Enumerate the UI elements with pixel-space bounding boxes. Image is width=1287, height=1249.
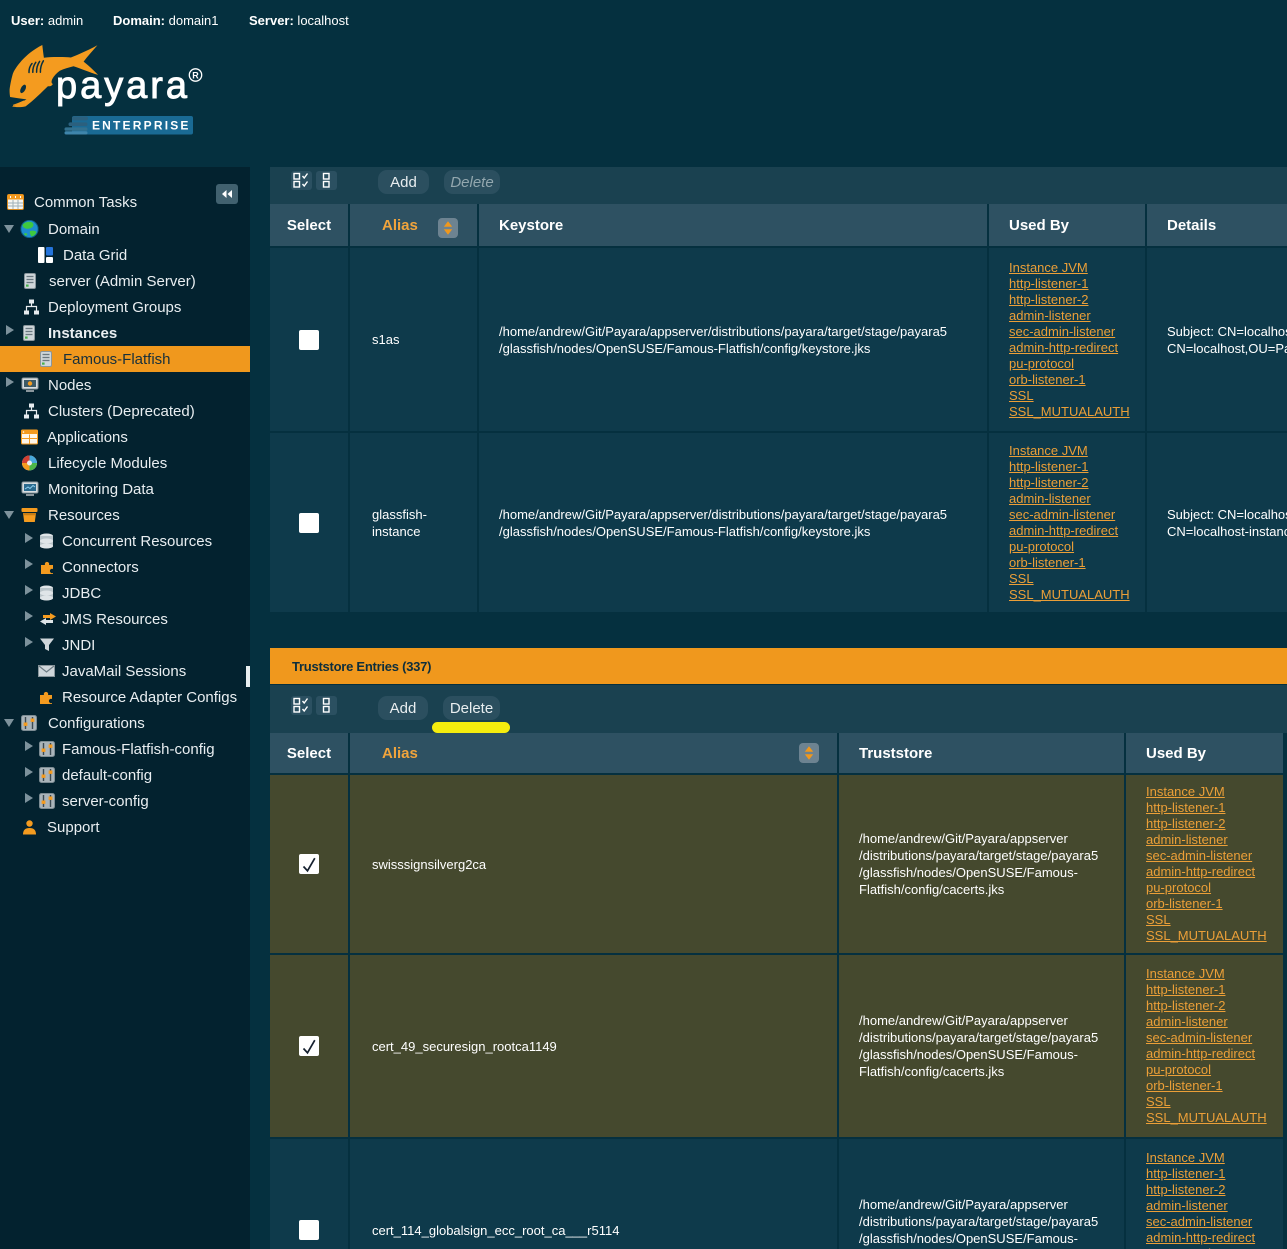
svg-text:payara: payara <box>56 65 188 107</box>
svg-text:ENTERPRISE: ENTERPRISE <box>92 119 191 133</box>
svg-text:R: R <box>192 71 199 81</box>
